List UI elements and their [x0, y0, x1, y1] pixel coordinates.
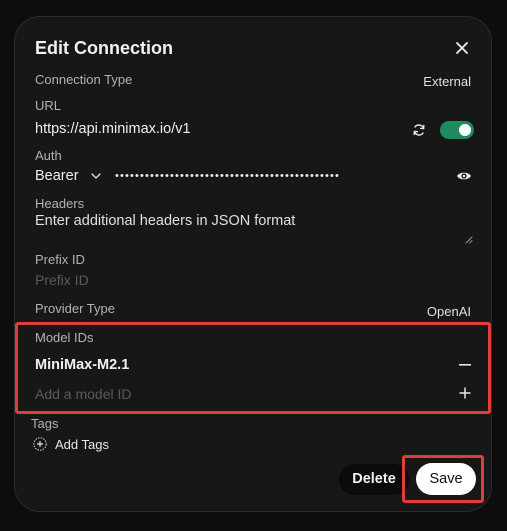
- dialog-title: Edit Connection: [35, 38, 173, 58]
- edit-connection-dialog: Edit Connection Connection Type External…: [14, 16, 492, 512]
- refresh-icon[interactable]: [412, 123, 426, 137]
- add-circle-icon: [33, 437, 47, 451]
- url-label: URL: [35, 98, 62, 113]
- url-input[interactable]: https://api.minimax.io/v1: [35, 121, 191, 137]
- headers-textarea[interactable]: Enter additional headers in JSON format: [35, 213, 473, 245]
- eye-icon[interactable]: [456, 169, 472, 183]
- model-ids-label: Model IDs: [35, 330, 94, 345]
- delete-button[interactable]: Delete: [339, 464, 409, 495]
- chevron-down-icon[interactable]: [91, 172, 101, 180]
- prefix-id-input[interactable]: Prefix ID: [35, 272, 89, 288]
- api-key-input[interactable]: ••••••••••••••••••••••••••••••••••••••••…: [115, 167, 451, 185]
- url-enabled-toggle[interactable]: [440, 121, 474, 139]
- add-model-id-input[interactable]: Add a model ID: [35, 386, 132, 402]
- toggle-knob: [459, 124, 471, 136]
- headers-label: Headers: [35, 196, 85, 211]
- close-icon[interactable]: [453, 39, 471, 57]
- model-id-item: MiniMax-M2.1: [35, 357, 130, 373]
- auth-label: Auth: [35, 148, 62, 163]
- auth-type-select[interactable]: Bearer: [35, 168, 79, 184]
- save-button[interactable]: Save: [416, 463, 476, 495]
- minus-icon[interactable]: [459, 364, 471, 366]
- connection-type-label: Connection Type: [35, 72, 133, 87]
- prefix-id-label: Prefix ID: [35, 252, 85, 267]
- provider-type-value[interactable]: OpenAI: [427, 304, 471, 319]
- add-tags-label: Add Tags: [55, 436, 109, 452]
- tags-label: Tags: [31, 416, 59, 431]
- plus-icon[interactable]: [459, 387, 471, 399]
- connection-type-value[interactable]: External: [423, 74, 471, 89]
- provider-type-label: Provider Type: [35, 301, 115, 316]
- resize-grip-icon[interactable]: [464, 235, 473, 244]
- add-tags-button[interactable]: Add Tags: [33, 435, 109, 453]
